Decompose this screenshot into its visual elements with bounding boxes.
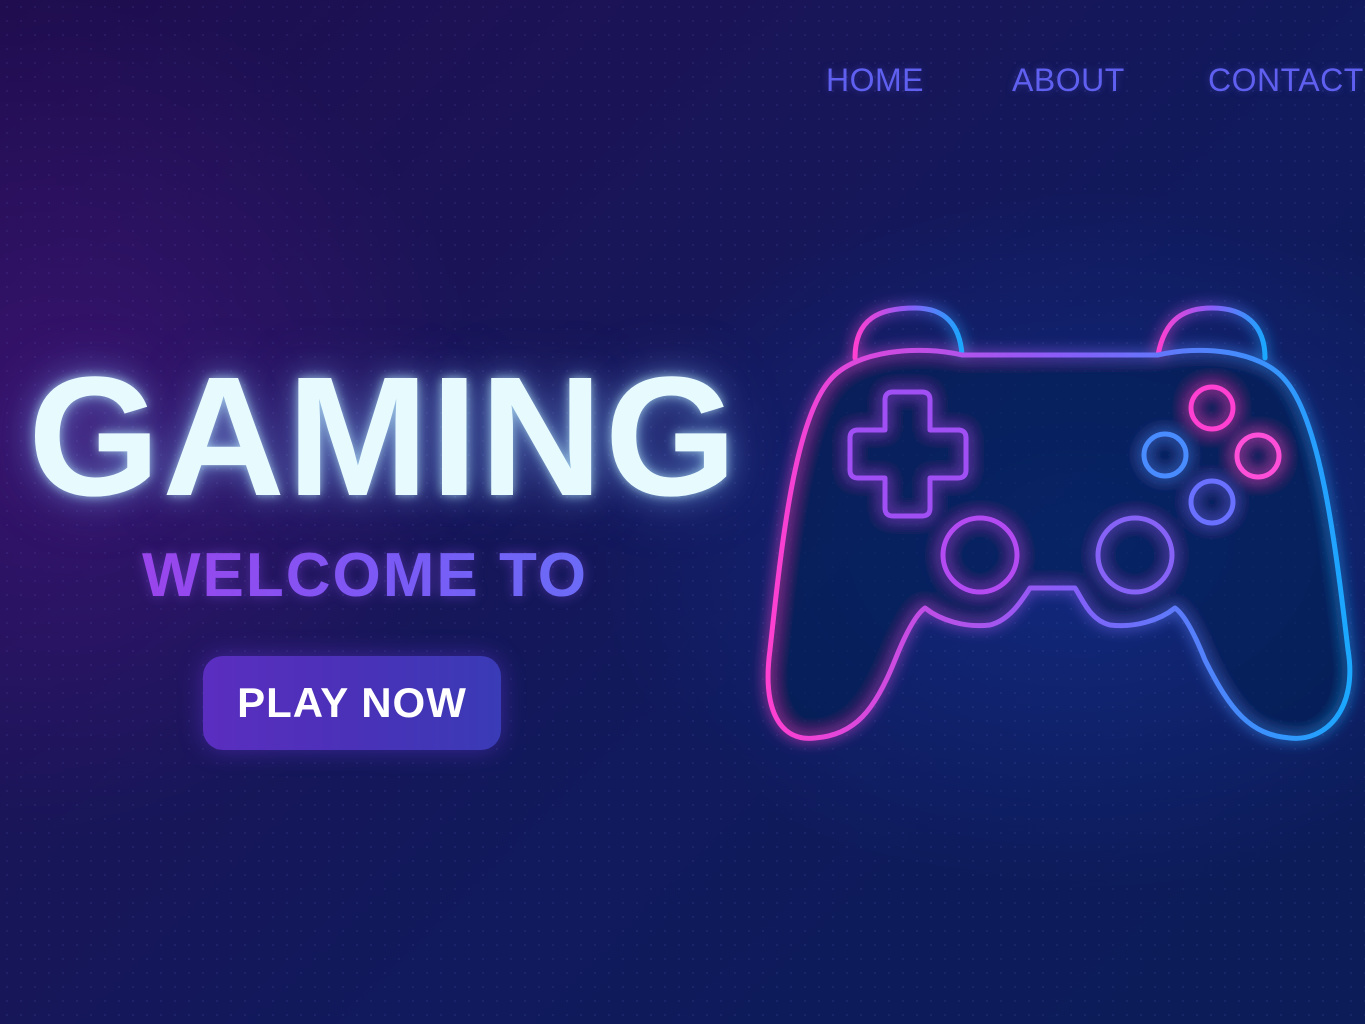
nav-link-home[interactable]: HOME [826,62,924,99]
nav-link-about[interactable]: ABOUT [1012,62,1125,99]
hero-subtitle: WELCOME TO [142,545,602,607]
play-now-button[interactable]: PLAY NOW [203,656,501,750]
top-navigation: HOME ABOUT CONTACT [0,58,1365,108]
hero-title: GAMING [28,342,739,532]
gamepad-icon [765,305,1353,741]
controller-body [765,347,1353,741]
nav-link-contact[interactable]: CONTACT [1208,62,1364,99]
